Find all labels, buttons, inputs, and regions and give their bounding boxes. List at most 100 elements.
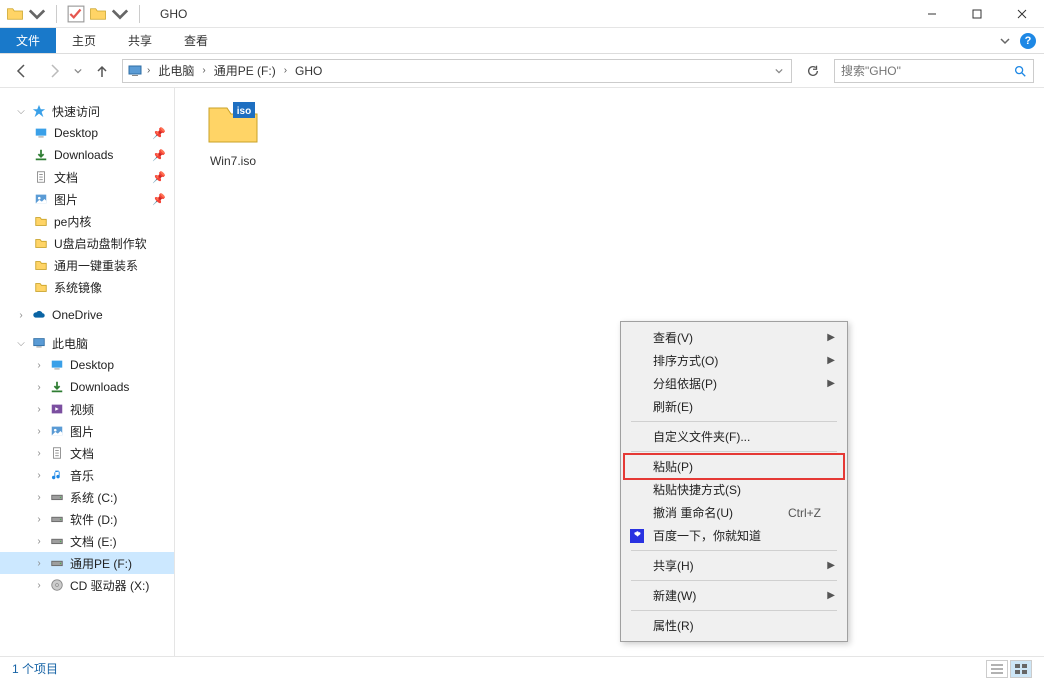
search-button[interactable] [1007, 64, 1033, 78]
sidebar-quick-access[interactable]: ⌵ 快速访问 [0, 100, 174, 122]
sidebar-this-pc[interactable]: ⌵ 此电脑 [0, 332, 174, 354]
sidebar-item[interactable]: ›图片 [0, 420, 174, 442]
breadcrumb[interactable]: › 此电脑 › 通用PE (F:) › GHO [122, 59, 792, 83]
context-menu-label: 共享(H) [653, 557, 694, 574]
window-title: GHO [152, 7, 187, 21]
forward-button[interactable] [42, 59, 66, 83]
sidebar-item[interactable]: ›软件 (D:) [0, 508, 174, 530]
sidebar-item[interactable]: ›Desktop [0, 354, 174, 376]
sidebar-item[interactable]: Downloads📌 [0, 144, 174, 166]
sidebar-item[interactable]: ›Downloads [0, 376, 174, 398]
sidebar-item-label: pe内核 [54, 213, 91, 230]
music-icon [50, 468, 64, 482]
context-menu-item[interactable]: 粘贴快捷方式(S) [623, 478, 845, 501]
context-menu-item[interactable]: 排序方式(O)▶ [623, 349, 845, 372]
sidebar-item[interactable]: 图片📌 [0, 188, 174, 210]
context-menu-item[interactable]: 分组依据(P)▶ [623, 372, 845, 395]
context-menu-item[interactable]: 新建(W)▶ [623, 584, 845, 607]
expand-icon[interactable]: › [34, 404, 44, 415]
chevron-right-icon[interactable]: › [200, 65, 207, 76]
context-menu-item[interactable]: 属性(R) [623, 614, 845, 637]
checkbox-icon[interactable] [67, 5, 85, 23]
tab-file[interactable]: 文件 [0, 28, 56, 53]
sidebar-item[interactable]: Desktop📌 [0, 122, 174, 144]
context-menu-item[interactable]: 共享(H)▶ [623, 554, 845, 577]
maximize-button[interactable] [954, 0, 999, 28]
shortcut-label: Ctrl+Z [788, 506, 821, 520]
context-menu-item[interactable]: 撤消 重命名(U)Ctrl+Z [623, 501, 845, 524]
tab-home[interactable]: 主页 [56, 28, 112, 53]
expand-icon[interactable]: › [34, 426, 44, 437]
crumb-folder[interactable]: GHO [291, 64, 326, 78]
back-button[interactable] [10, 59, 34, 83]
sidebar-onedrive[interactable]: › OneDrive [0, 304, 174, 326]
recent-dropdown-icon[interactable] [74, 67, 82, 75]
refresh-button[interactable] [800, 60, 826, 82]
search-box[interactable] [834, 59, 1034, 83]
chevron-right-icon[interactable]: › [145, 65, 152, 76]
expand-icon[interactable]: › [34, 448, 44, 459]
pin-icon: 📌 [152, 149, 166, 162]
context-menu-item[interactable]: 查看(V)▶ [623, 326, 845, 349]
expand-icon[interactable]: › [34, 580, 44, 591]
expand-icon[interactable]: › [34, 558, 44, 569]
expand-ribbon-icon[interactable] [1000, 36, 1010, 46]
main-area: ⌵ 快速访问 Desktop📌Downloads📌文档📌图片📌 pe内核 U盘启动盘… [0, 88, 1044, 656]
chevron-right-icon: ▶ [827, 355, 835, 366]
minimize-button[interactable] [909, 0, 954, 28]
context-menu-item[interactable]: 百度一下，你就知道 [623, 524, 845, 547]
expand-icon[interactable]: › [16, 310, 26, 321]
context-menu-item[interactable]: 自定义文件夹(F)... [623, 425, 845, 448]
sidebar-item[interactable]: ›通用PE (F:) [0, 552, 174, 574]
chevron-down-icon[interactable] [28, 5, 46, 23]
collapse-icon[interactable]: ⌵ [16, 338, 26, 349]
sidebar-item[interactable]: ›视频 [0, 398, 174, 420]
search-input[interactable] [835, 64, 1007, 78]
separator [139, 5, 140, 23]
drive-icon [50, 534, 64, 548]
context-menu-item[interactable]: 粘贴(P) [623, 455, 845, 478]
expand-icon[interactable]: › [34, 536, 44, 547]
context-menu-item[interactable]: 刷新(E) [623, 395, 845, 418]
sidebar-item[interactable]: › 系统 (C:) [0, 486, 174, 508]
sidebar-item[interactable]: ›文档 [0, 442, 174, 464]
crumb-this-pc[interactable]: 此电脑 [154, 62, 198, 79]
sidebar-item[interactable]: U盘启动盘制作软 [0, 232, 174, 254]
up-button[interactable] [90, 59, 114, 83]
sidebar-item[interactable]: ›文档 (E:) [0, 530, 174, 552]
context-menu-label: 百度一下，你就知道 [653, 527, 761, 544]
sidebar-item[interactable]: 系统镜像 [0, 276, 174, 298]
details-view-button[interactable] [986, 660, 1008, 678]
help-button[interactable]: ? [1020, 33, 1036, 49]
thumbnails-view-button[interactable] [1010, 660, 1032, 678]
chevron-right-icon[interactable]: › [282, 65, 289, 76]
chevron-down-icon[interactable] [775, 67, 783, 75]
address-bar: › 此电脑 › 通用PE (F:) › GHO [0, 54, 1044, 88]
crumb-drive[interactable]: 通用PE (F:) [210, 62, 280, 79]
expand-icon[interactable]: › [34, 470, 44, 481]
chevron-down-icon[interactable] [111, 5, 129, 23]
expand-icon[interactable]: › [34, 492, 44, 503]
collapse-icon[interactable]: ⌵ [16, 106, 26, 117]
expand-icon[interactable]: › [34, 360, 44, 371]
tab-view[interactable]: 查看 [168, 28, 224, 53]
sidebar-item[interactable]: 通用一键重装系 [0, 254, 174, 276]
close-button[interactable] [999, 0, 1044, 28]
tab-share[interactable]: 共享 [112, 28, 168, 53]
expand-icon[interactable]: › [34, 382, 44, 393]
sidebar-item-label: 音乐 [70, 467, 94, 484]
sidebar-item[interactable]: pe内核 [0, 210, 174, 232]
context-menu: 查看(V)▶排序方式(O)▶分组依据(P)▶刷新(E) 自定义文件夹(F)... 粘… [620, 321, 848, 642]
sidebar-item-label: 系统 (C:) [70, 489, 117, 506]
navigation-pane[interactable]: ⌵ 快速访问 Desktop📌Downloads📌文档📌图片📌 pe内核 U盘启动盘… [0, 88, 175, 656]
file-item[interactable]: iso Win7.iso [193, 100, 273, 168]
sidebar-item-label: 快速访问 [52, 103, 100, 120]
pin-icon: 📌 [152, 171, 166, 184]
downloads-icon [34, 148, 48, 162]
sidebar-item[interactable]: ›CD 驱动器 (X:) [0, 574, 174, 596]
content-pane[interactable]: iso Win7.iso 查看(V)▶排序方式(O)▶分组依据(P)▶刷新(E)… [175, 88, 1044, 656]
sidebar-item[interactable]: 文档📌 [0, 166, 174, 188]
expand-icon[interactable]: › [34, 514, 44, 525]
context-menu-label: 属性(R) [653, 617, 694, 634]
sidebar-item[interactable]: › 音乐 [0, 464, 174, 486]
